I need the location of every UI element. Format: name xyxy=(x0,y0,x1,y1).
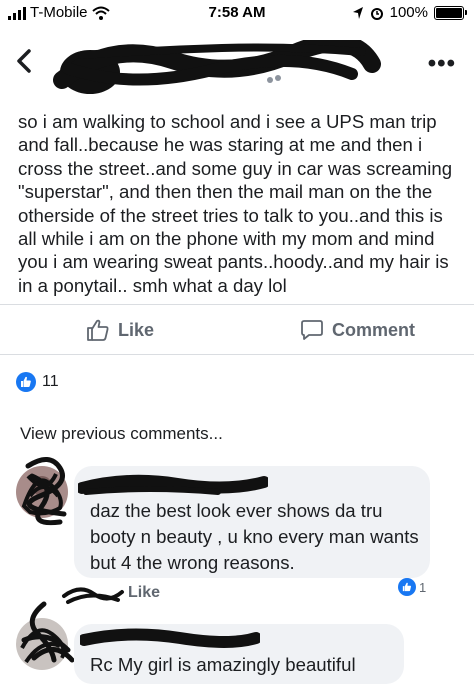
location-arrow-icon xyxy=(352,6,363,19)
reaction-summary[interactable]: 11 xyxy=(16,372,59,392)
divider xyxy=(0,354,474,355)
divider xyxy=(0,304,474,305)
like-badge-icon xyxy=(16,372,36,392)
like-badge-icon xyxy=(398,578,416,596)
comment-bubble-icon xyxy=(301,320,323,340)
thumbs-up-outline-icon xyxy=(87,319,109,341)
redacted-commenter-name xyxy=(80,628,260,648)
comment-text: Rc My girl is amazingly beautiful xyxy=(90,654,356,675)
post-actions: Like Comment xyxy=(0,312,474,352)
post-text: so i am walking to school and i see a UP… xyxy=(18,111,453,296)
chevron-left-icon xyxy=(17,49,31,73)
reaction-count: 11 xyxy=(42,373,59,390)
thumbs-up-icon xyxy=(402,582,411,592)
redacted-commenter-name xyxy=(78,474,268,495)
post-header: ••• xyxy=(0,36,474,96)
comment-label: Comment xyxy=(332,319,416,340)
battery-icon xyxy=(434,5,467,20)
status-right: 100% xyxy=(352,4,467,21)
comment-text: daz the best look ever shows da tru boot… xyxy=(90,500,419,573)
thumbs-up-icon xyxy=(21,376,31,387)
battery-percent: 100% xyxy=(389,4,428,21)
like-button[interactable]: Like xyxy=(86,318,154,342)
redacted-avatar-scribble xyxy=(21,601,75,663)
like-label: Like xyxy=(118,319,155,340)
comment-button[interactable]: Comment xyxy=(300,318,415,342)
redacted-avatar-scribble xyxy=(25,457,67,526)
alarm-clock-icon xyxy=(370,7,383,20)
view-previous-comments-link[interactable]: View previous comments... xyxy=(20,424,223,444)
redacted-author-scribble xyxy=(53,40,381,94)
status-bar: T-Mobile 7:58 AM 100% xyxy=(0,0,474,28)
more-options-button[interactable]: ••• xyxy=(428,50,456,78)
comment-reaction-summary[interactable]: 1 xyxy=(398,578,426,596)
more-horizontal-icon: ••• xyxy=(427,50,456,77)
comment-reaction-count: 1 xyxy=(419,579,427,595)
comment-like-button[interactable]: Like xyxy=(128,584,160,602)
back-button[interactable] xyxy=(16,48,32,82)
